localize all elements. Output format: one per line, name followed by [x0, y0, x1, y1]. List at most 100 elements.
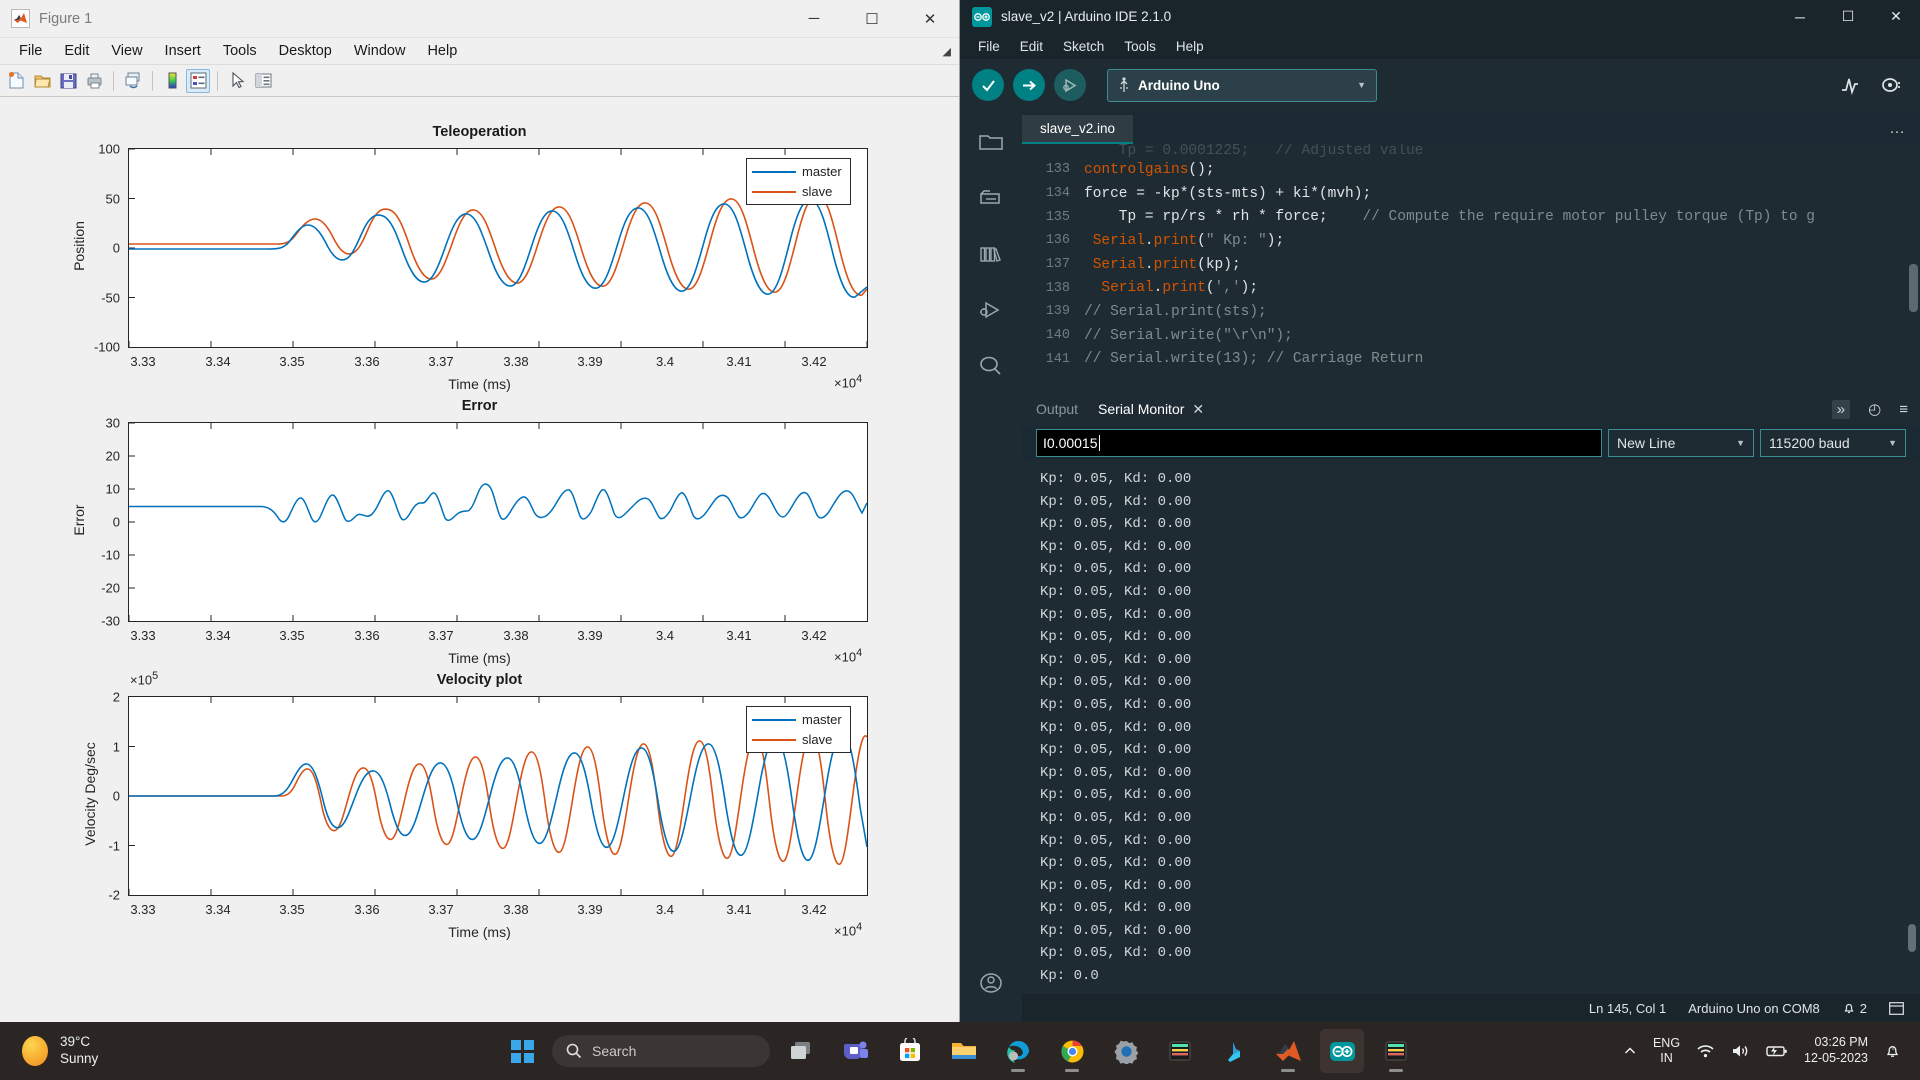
library-manager-icon[interactable] — [974, 237, 1008, 271]
chart-title-error: Error — [461, 398, 498, 414]
verify-button[interactable] — [972, 69, 1004, 101]
serial-message-input[interactable]: I0.00015 — [1036, 429, 1602, 457]
wifi-icon[interactable] — [1696, 1043, 1715, 1059]
menu-item-window[interactable]: Window — [343, 41, 417, 61]
search-icon[interactable] — [974, 349, 1008, 383]
menubar-expand-icon[interactable]: ◢ — [943, 45, 951, 58]
toggle-panel-icon[interactable] — [1889, 1001, 1904, 1015]
bing-chat-icon[interactable] — [1212, 1029, 1256, 1073]
serial-input-value: I0.00015 — [1043, 435, 1098, 451]
usb-icon — [1118, 77, 1130, 93]
legend-velocity[interactable]: master slave — [746, 706, 851, 753]
serial-monitor-toolbar: I0.00015 New Line ▼ 115200 baud ▼ — [1022, 426, 1920, 460]
output-line: Kp: 0.05, Kd: 0.00 — [1040, 900, 1192, 917]
output-tab[interactable]: Output — [1036, 401, 1078, 417]
code-editor[interactable]: Tp = 0.0001225; // Adjusted value 133 co… — [1022, 144, 1920, 392]
volume-icon[interactable] — [1731, 1043, 1750, 1059]
open-file-icon[interactable] — [30, 69, 54, 93]
new-figure-icon[interactable] — [4, 69, 28, 93]
save-figure-icon[interactable] — [56, 69, 80, 93]
boards-manager-icon[interactable] — [974, 181, 1008, 215]
y-tick-label: -20 — [101, 580, 120, 596]
x-tick-label: 3.34 — [205, 902, 231, 917]
file-tab-slave-v2[interactable]: slave_v2.ino — [1022, 115, 1134, 144]
terminal-icon[interactable] — [1158, 1029, 1202, 1073]
edge-icon[interactable] — [996, 1029, 1040, 1073]
do-not-disturb-icon[interactable]: z — [1884, 1043, 1902, 1060]
arduino-menu-tools[interactable]: Tools — [1114, 37, 1166, 56]
arduino-maximize-button[interactable]: ☐ — [1824, 0, 1872, 33]
arduino-ide-icon[interactable] — [1320, 1029, 1364, 1073]
arduino-toolbar: Arduino Uno ▼ — [960, 59, 1920, 111]
editor-vertical-scrollbar[interactable] — [1909, 264, 1918, 312]
debug-icon[interactable] — [974, 293, 1008, 327]
link-plot-icon[interactable] — [121, 69, 145, 93]
serial-monitor-icon[interactable] — [1880, 74, 1902, 96]
timestamp-icon[interactable]: ◴ — [1868, 400, 1881, 418]
x-exponent-power: 4 — [856, 921, 863, 933]
legend-icon[interactable] — [186, 68, 210, 93]
matlab-figure-window: Figure 1 ─ ☐ ✕ File Edit View Insert Too… — [0, 0, 960, 1022]
task-view-icon[interactable] — [780, 1029, 824, 1073]
teams-icon[interactable] — [834, 1029, 878, 1073]
line-ending-dropdown[interactable]: New Line ▼ — [1608, 429, 1754, 457]
legend-label-master: master — [802, 712, 842, 727]
tray-expand-icon[interactable] — [1623, 1044, 1637, 1058]
file-explorer-icon[interactable] — [942, 1029, 986, 1073]
serial-monitor-tab[interactable]: Serial Monitor — [1098, 401, 1184, 417]
matlab-close-button[interactable]: ✕ — [901, 0, 959, 38]
baud-rate-value: 115200 baud — [1769, 435, 1850, 451]
menu-item-insert[interactable]: Insert — [154, 41, 212, 61]
menu-item-view[interactable]: View — [100, 41, 153, 61]
upload-button[interactable] — [1013, 69, 1045, 101]
baud-rate-dropdown[interactable]: 115200 baud ▼ — [1760, 429, 1906, 457]
arduino-menu-sketch[interactable]: Sketch — [1053, 37, 1114, 56]
matlab-minimize-button[interactable]: ─ — [785, 0, 843, 38]
x-tick-label: 3.38 — [503, 628, 529, 643]
weather-widget[interactable]: 39°C Sunny — [0, 1034, 98, 1068]
chevron-down-icon: ▼ — [1736, 438, 1745, 448]
terminal2-icon[interactable] — [1374, 1029, 1418, 1073]
plot-browser-icon[interactable] — [251, 69, 275, 93]
y-tick-label: 0 — [112, 240, 120, 256]
tab-overflow-icon[interactable]: … — [1889, 120, 1906, 138]
arduino-menu-edit[interactable]: Edit — [1010, 37, 1053, 56]
microsoft-store-icon[interactable] — [888, 1029, 932, 1073]
taskbar-clock[interactable]: 03:26 PM 12-05-2023 — [1804, 1035, 1868, 1066]
sketchbook-icon[interactable] — [974, 125, 1008, 159]
matlab-maximize-button[interactable]: ☐ — [843, 0, 901, 38]
clear-output-icon[interactable]: ≡ — [1899, 401, 1908, 418]
menu-item-file[interactable]: File — [8, 41, 53, 61]
notifications-indicator[interactable]: 2 — [1842, 1001, 1867, 1016]
colorbar-icon[interactable] — [160, 69, 184, 93]
taskbar-search-box[interactable]: Search — [552, 1035, 770, 1067]
board-selector-dropdown[interactable]: Arduino Uno ▼ — [1107, 68, 1377, 102]
serial-plotter-icon[interactable] — [1840, 74, 1862, 96]
battery-icon[interactable] — [1766, 1044, 1788, 1058]
chrome-icon[interactable] — [1050, 1029, 1094, 1073]
matlab-icon[interactable] — [1266, 1029, 1310, 1073]
edit-plot-icon[interactable] — [225, 69, 249, 93]
arduino-menu-file[interactable]: File — [968, 37, 1010, 56]
arduino-close-button[interactable]: ✕ — [1872, 0, 1920, 33]
legend-label-slave: slave — [802, 184, 833, 199]
menu-item-desktop[interactable]: Desktop — [268, 41, 343, 61]
arduino-menu-help[interactable]: Help — [1166, 37, 1214, 56]
account-icon[interactable] — [974, 966, 1008, 1000]
chart-velocity: Velocity plot ×105 Velocity Deg/sec 2 1 … — [0, 646, 959, 946]
debug-button[interactable] — [1054, 69, 1086, 101]
print-figure-icon[interactable] — [82, 69, 106, 93]
toolbar-separator-1 — [113, 70, 114, 91]
menu-item-help[interactable]: Help — [416, 41, 468, 61]
settings-icon[interactable] — [1104, 1029, 1148, 1073]
arduino-minimize-button[interactable]: ─ — [1776, 0, 1824, 33]
legend-teleoperation[interactable]: master slave — [746, 158, 851, 205]
serial-monitor-output[interactable]: Kp: 0.05, Kd: 0.00 Kp: 0.05, Kd: 0.00 Kp… — [1022, 460, 1920, 994]
close-icon[interactable]: ✕ — [1192, 401, 1204, 418]
start-button[interactable] — [502, 1031, 542, 1071]
menu-item-tools[interactable]: Tools — [212, 41, 268, 61]
serial-output-scrollbar[interactable] — [1908, 924, 1916, 952]
language-indicator[interactable]: ENG IN — [1653, 1036, 1680, 1066]
menu-item-edit[interactable]: Edit — [53, 41, 100, 61]
chevron-double-down-icon[interactable]: » — [1831, 399, 1851, 419]
